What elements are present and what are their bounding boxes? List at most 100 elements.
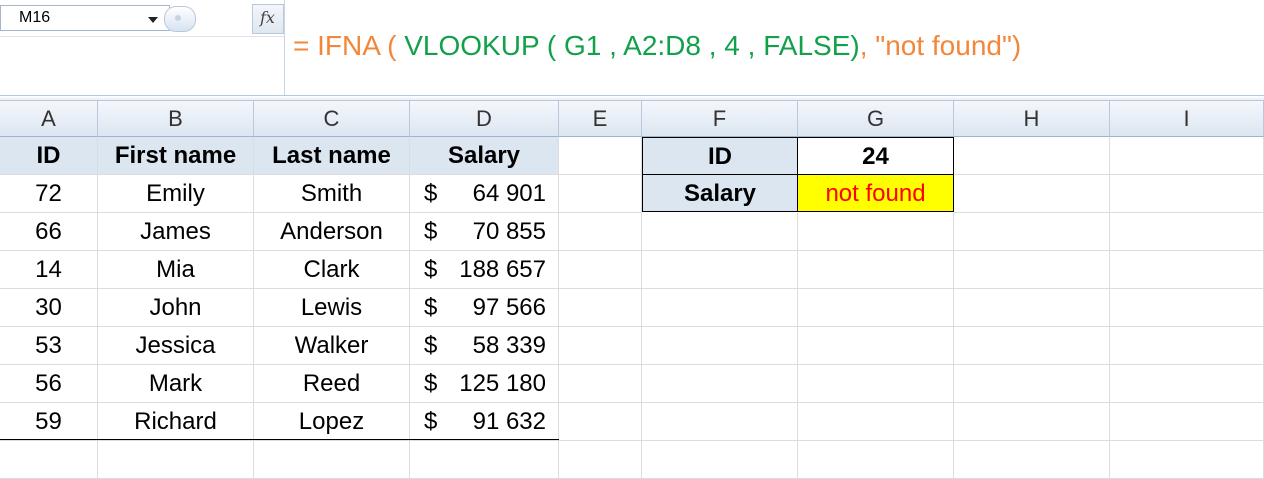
cell-e1[interactable] [559, 137, 642, 175]
cell-f5[interactable] [642, 289, 798, 327]
column-header-i[interactable]: I [1110, 101, 1264, 137]
cell-e2[interactable] [559, 175, 642, 213]
cell-a3[interactable]: 66 [0, 213, 98, 251]
cell-i8[interactable] [1110, 403, 1264, 441]
cell-i3[interactable] [1110, 213, 1264, 251]
cell-h6[interactable] [954, 327, 1110, 365]
cell-h5[interactable] [954, 289, 1110, 327]
currency-symbol: $ [424, 370, 438, 397]
cell-f8[interactable] [642, 403, 798, 441]
cell-h3[interactable] [954, 213, 1110, 251]
cell-b6[interactable]: Jessica [98, 327, 254, 365]
cell-f7[interactable] [642, 365, 798, 403]
cell-c2[interactable]: Smith [254, 175, 410, 213]
cell-i5[interactable] [1110, 289, 1264, 327]
table-bottom-border [0, 439, 559, 440]
column-header-b[interactable]: B [98, 101, 254, 137]
cell-d1[interactable]: Salary [410, 137, 559, 175]
cell-i6[interactable] [1110, 327, 1264, 365]
cell-c1[interactable]: Last name [254, 137, 410, 175]
cell-a2[interactable]: 72 [0, 175, 98, 213]
column-header-g[interactable]: G [798, 101, 954, 137]
cell-d3[interactable]: $70 855 [410, 213, 559, 251]
name-box[interactable]: M16 [0, 5, 170, 31]
cell-c7[interactable]: Reed [254, 365, 410, 403]
insert-function-button[interactable]: fx [252, 4, 284, 34]
cell-i1[interactable] [1110, 137, 1264, 175]
cell-e7[interactable] [559, 365, 642, 403]
cell-d8[interactable]: $91 632 [410, 403, 559, 441]
cell-g2[interactable]: not found [797, 174, 954, 212]
column-header-h[interactable]: H [954, 101, 1110, 137]
cell-d4[interactable]: $188 657 [410, 251, 559, 289]
cell-b8[interactable]: Richard [98, 403, 254, 441]
cell-c9[interactable] [254, 441, 410, 479]
cell-g4[interactable] [798, 251, 954, 289]
cell-f1[interactable]: ID [642, 137, 798, 175]
cell-f3[interactable] [642, 213, 798, 251]
column-header-e[interactable]: E [559, 101, 642, 137]
cell-c4[interactable]: Clark [254, 251, 410, 289]
cell-i4[interactable] [1110, 251, 1264, 289]
cell-g6[interactable] [798, 327, 954, 365]
cell-i2[interactable] [1110, 175, 1264, 213]
cell-b1[interactable]: First name [98, 137, 254, 175]
cell-g1[interactable]: 24 [797, 137, 954, 175]
cell-h4[interactable] [954, 251, 1110, 289]
splitter-handle[interactable] [164, 6, 196, 32]
cell-e6[interactable] [559, 327, 642, 365]
cell-e3[interactable] [559, 213, 642, 251]
cell-c6[interactable]: Walker [254, 327, 410, 365]
cell-h1[interactable] [954, 137, 1110, 175]
column-header-f[interactable]: F [642, 101, 798, 137]
cell-a8[interactable]: 59 [0, 403, 98, 441]
cell-c5[interactable]: Lewis [254, 289, 410, 327]
cell-d7[interactable]: $125 180 [410, 365, 559, 403]
cell-b9[interactable] [98, 441, 254, 479]
cell-b2[interactable]: Emily [98, 175, 254, 213]
cell-h2[interactable] [954, 175, 1110, 213]
cell-g8[interactable] [798, 403, 954, 441]
cell-a7[interactable]: 56 [0, 365, 98, 403]
formula-bar[interactable]: = IFNA ( VLOOKUP ( G1 , A2:D8 , 4 , FALS… [284, 0, 1264, 95]
cell-b4[interactable]: Mia [98, 251, 254, 289]
cell-d2[interactable]: $64 901 [410, 175, 559, 213]
cell-i9[interactable] [1110, 441, 1264, 479]
cell-d6[interactable]: $58 339 [410, 327, 559, 365]
cell-g3[interactable] [798, 213, 954, 251]
cell-f4[interactable] [642, 251, 798, 289]
cell-f6[interactable] [642, 327, 798, 365]
cell-b3[interactable]: James [98, 213, 254, 251]
cell-c8[interactable]: Lopez [254, 403, 410, 441]
cell-f2[interactable]: Salary [642, 174, 798, 212]
cell-f9[interactable] [642, 441, 798, 479]
cell-e4[interactable] [559, 251, 642, 289]
cell-e5[interactable] [559, 289, 642, 327]
cell-g7[interactable] [798, 365, 954, 403]
cell-g5[interactable] [798, 289, 954, 327]
cell-a1[interactable]: ID [0, 137, 98, 175]
cell-g9[interactable] [798, 441, 954, 479]
cell-a5[interactable]: 30 [0, 289, 98, 327]
salary-value: 64 901 [472, 180, 546, 207]
cell-d9[interactable] [410, 441, 559, 479]
cell-b7[interactable]: Mark [98, 365, 254, 403]
cell-i7[interactable] [1110, 365, 1264, 403]
salary-value: 97 566 [472, 294, 546, 321]
cell-h8[interactable] [954, 403, 1110, 441]
column-header-c[interactable]: C [254, 101, 410, 137]
cell-a4[interactable]: 14 [0, 251, 98, 289]
cell-h9[interactable] [954, 441, 1110, 479]
cell-a9[interactable] [0, 441, 98, 479]
cell-b5[interactable]: John [98, 289, 254, 327]
cell-c3[interactable]: Anderson [254, 213, 410, 251]
cell-e9[interactable] [559, 441, 642, 479]
column-header-a[interactable]: A [0, 101, 98, 137]
cell-h7[interactable] [954, 365, 1110, 403]
cell-a6[interactable]: 53 [0, 327, 98, 365]
currency-symbol: $ [424, 332, 438, 359]
column-header-d[interactable]: D [410, 101, 559, 137]
cell-d5[interactable]: $97 566 [410, 289, 559, 327]
chevron-down-icon[interactable] [148, 17, 158, 23]
cell-e8[interactable] [559, 403, 642, 441]
